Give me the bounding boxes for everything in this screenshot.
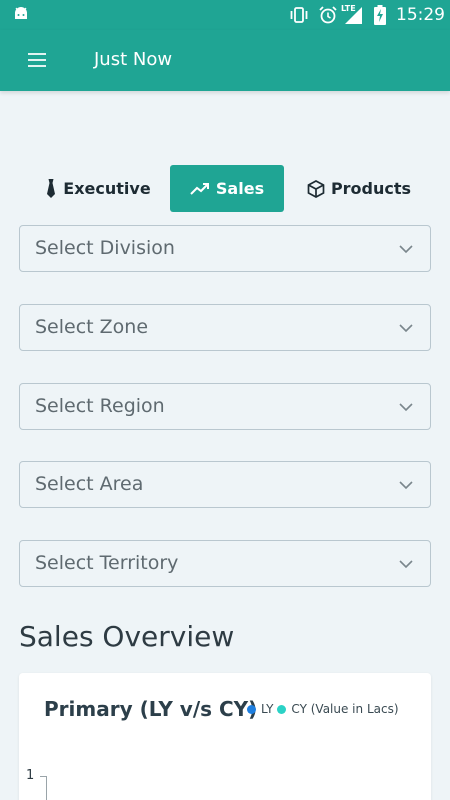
status-bar: LTE 15:29 xyxy=(0,0,450,30)
chart-title: Primary (LY v/s CY) xyxy=(44,697,258,721)
legend-label-cy: CY (Value in Lacs) xyxy=(291,702,399,716)
cube-icon xyxy=(307,179,325,198)
territory-select[interactable]: Select Territory xyxy=(19,540,431,587)
tab-executive-label: Executive xyxy=(63,179,151,198)
app-title: Just Now xyxy=(94,49,173,70)
region-select-placeholder: Select Region xyxy=(35,395,165,417)
vibrate-icon xyxy=(290,7,308,23)
chevron-down-icon xyxy=(399,403,413,412)
division-select[interactable]: Select Division xyxy=(19,225,431,272)
area-select-placeholder: Select Area xyxy=(35,473,144,495)
region-select[interactable]: Select Region xyxy=(19,383,431,430)
chart-legend: LY CY (Value in Lacs) xyxy=(247,702,403,716)
legend-item-cy[interactable]: CY (Value in Lacs) xyxy=(277,702,399,716)
android-icon xyxy=(15,7,27,19)
chevron-down-icon xyxy=(399,245,413,254)
battery-charging-icon xyxy=(374,5,386,25)
zone-select[interactable]: Select Zone xyxy=(19,304,431,351)
legend-item-ly[interactable]: LY xyxy=(247,702,273,716)
alarm-icon xyxy=(319,6,337,24)
tab-executive[interactable]: Executive xyxy=(38,165,158,212)
chevron-down-icon xyxy=(399,481,413,490)
chevron-down-icon xyxy=(399,560,413,569)
legend-dot-ly xyxy=(247,704,256,714)
hamburger-menu-icon[interactable] xyxy=(27,52,47,68)
tab-products-label: Products xyxy=(330,179,412,198)
chevron-down-icon xyxy=(399,324,413,333)
division-select-placeholder: Select Division xyxy=(35,237,175,259)
y-axis-tick-label: 1 xyxy=(26,768,35,783)
tab-sales-label: Sales xyxy=(215,179,265,198)
zone-select-placeholder: Select Zone xyxy=(35,316,149,338)
legend-label-ly: LY xyxy=(261,702,274,716)
y-axis-line xyxy=(46,776,47,800)
app-bar: Just Now xyxy=(0,30,450,91)
status-time: 15:29 xyxy=(396,5,445,25)
network-type-label: LTE xyxy=(341,4,356,13)
tie-icon xyxy=(47,178,56,198)
tab-sales[interactable]: Sales xyxy=(170,165,284,212)
trending-up-icon xyxy=(190,182,209,195)
area-select[interactable]: Select Area xyxy=(19,461,431,508)
territory-select-placeholder: Select Territory xyxy=(35,552,179,574)
tab-products[interactable]: Products xyxy=(300,165,418,212)
chart-card: Primary (LY v/s CY) LY CY (Value in Lacs… xyxy=(19,673,431,800)
section-title: Sales Overview xyxy=(19,620,235,653)
legend-dot-cy xyxy=(277,704,287,714)
